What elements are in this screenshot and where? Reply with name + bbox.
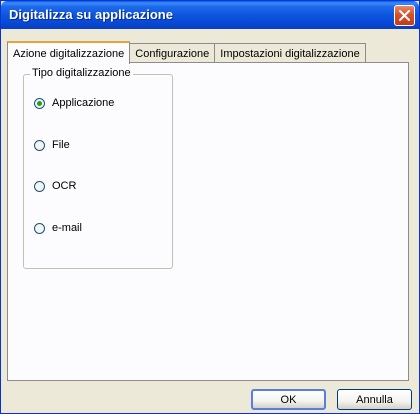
- ok-button-label: OK: [280, 393, 297, 406]
- radio-button[interactable]: [34, 97, 45, 109]
- radio-file[interactable]: File: [34, 139, 70, 151]
- tab-label: Configurazione: [135, 47, 210, 60]
- tab-label: Azione digitalizzazione: [13, 47, 125, 60]
- tab-strip: Azione digitalizzazione Configurazione I…: [7, 41, 366, 64]
- radio-button[interactable]: [34, 139, 45, 151]
- tab-label: Impostazioni digitalizzazione: [220, 47, 360, 60]
- radio-selected-dot: [37, 100, 42, 106]
- cancel-button-label: Annulla: [356, 393, 393, 406]
- radio-button[interactable]: [34, 222, 45, 234]
- radio-email[interactable]: e-mail: [34, 222, 82, 234]
- ok-button[interactable]: OK: [251, 389, 326, 410]
- tab-panel: Tipo digitalizzazione Applicazione File …: [7, 62, 409, 381]
- radio-label: File: [52, 139, 70, 151]
- group-legend: Tipo digitalizzazione: [30, 67, 133, 79]
- radio-button[interactable]: [34, 180, 45, 192]
- window-title: Digitalizza su applicazione: [9, 7, 173, 22]
- tab-configurazione[interactable]: Configurazione: [129, 43, 216, 63]
- tab-impostazioni-digitalizzazione[interactable]: Impostazioni digitalizzazione: [214, 43, 366, 63]
- dialog-window: Digitalizza su applicazione Azione digit…: [0, 0, 420, 414]
- scan-type-group: Tipo digitalizzazione Applicazione File …: [23, 67, 173, 269]
- radio-label: e-mail: [52, 222, 82, 234]
- radio-applicazione[interactable]: Applicazione: [34, 97, 114, 109]
- close-icon: [399, 10, 410, 21]
- radio-label: OCR: [52, 180, 77, 192]
- close-button[interactable]: [394, 5, 415, 26]
- radio-label: Applicazione: [52, 97, 115, 109]
- cancel-button[interactable]: Annulla: [337, 389, 412, 410]
- radio-ocr[interactable]: OCR: [34, 180, 76, 192]
- title-bar[interactable]: Digitalizza su applicazione: [1, 1, 419, 29]
- tab-azione-digitalizzazione[interactable]: Azione digitalizzazione: [7, 41, 131, 64]
